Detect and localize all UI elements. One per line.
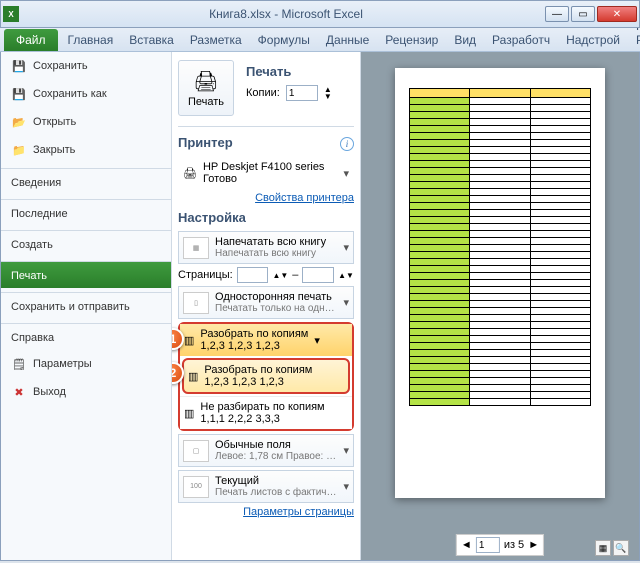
scope-icon: ▦ bbox=[183, 237, 209, 259]
scale-icon: 100 bbox=[183, 476, 209, 498]
duplex-icon: ▯ bbox=[183, 292, 209, 314]
copies-input[interactable]: 1 bbox=[286, 85, 318, 101]
backstage-nav: 💾Сохранить 💾Сохранить как 📂Открыть 📁Закр… bbox=[1, 52, 171, 560]
ribbon: Файл Главная Вставка Разметка Формулы Да… bbox=[0, 28, 640, 52]
preview-table: document.write(Array.from({length:44},()… bbox=[409, 88, 591, 406]
page-setup-link[interactable]: Параметры страницы bbox=[178, 506, 354, 518]
print-panel: 🖨 Печать Печать Копии: 1 ▲▼ Принтер i 🖨 H… bbox=[171, 52, 361, 560]
nav-new[interactable]: Создать bbox=[1, 230, 171, 257]
margins-icon: ▢ bbox=[183, 440, 209, 462]
tab-formulas[interactable]: Формулы bbox=[250, 29, 318, 51]
printer-section: Принтер bbox=[178, 135, 233, 150]
tab-developer[interactable]: Разработч bbox=[484, 29, 558, 51]
printer-selector[interactable]: 🖨 HP Deskjet F4100 seriesГотово ▾ bbox=[178, 156, 354, 190]
nav-recent[interactable]: Последние bbox=[1, 199, 171, 226]
zoom-page-button[interactable]: 🔍 bbox=[613, 540, 629, 556]
tab-addins[interactable]: Надстрой bbox=[558, 29, 628, 51]
nav-open[interactable]: 📂Открыть bbox=[1, 108, 171, 136]
pager-page-input[interactable]: 1 bbox=[476, 537, 500, 553]
excel-icon: X bbox=[3, 6, 19, 22]
duplex-selector[interactable]: ▯ Односторонняя печатьПечатать только на… bbox=[178, 286, 354, 319]
pages-to-input[interactable] bbox=[302, 267, 334, 283]
show-margins-button[interactable]: ▦ bbox=[595, 540, 611, 556]
chevron-down-icon: ▾ bbox=[343, 480, 349, 493]
tab-data[interactable]: Данные bbox=[318, 29, 377, 51]
saveas-icon: 💾 bbox=[11, 86, 27, 102]
save-icon: 💾 bbox=[11, 58, 27, 74]
printer-ok-icon: 🖨 bbox=[183, 167, 197, 180]
chevron-down-icon: ▾ bbox=[343, 444, 349, 457]
spinner-icon[interactable]: ▲▼ bbox=[324, 86, 332, 100]
nav-info[interactable]: Сведения bbox=[1, 168, 171, 195]
collate-option-collated[interactable]: ▥ Разобрать по копиям1,2,3 1,2,3 1,2,3 bbox=[182, 358, 350, 394]
print-header: Печать bbox=[246, 64, 332, 79]
preview-pager: ◄ 1 из 5 ► bbox=[456, 534, 544, 556]
chevron-down-icon: ▾ bbox=[343, 167, 349, 180]
minimize-button[interactable]: — bbox=[545, 6, 569, 22]
print-preview: document.write(Array.from({length:44},()… bbox=[361, 52, 639, 560]
pager-prev[interactable]: ◄ bbox=[461, 539, 472, 551]
info-icon[interactable]: i bbox=[340, 137, 354, 151]
chevron-down-icon: ▾ bbox=[314, 334, 320, 347]
scope-selector[interactable]: ▦ Напечатать всю книгуНапечатать всю кни… bbox=[178, 231, 354, 264]
nav-save[interactable]: 💾Сохранить bbox=[1, 52, 171, 80]
nav-share[interactable]: Сохранить и отправить bbox=[1, 292, 171, 319]
tab-review[interactable]: Рецензир bbox=[377, 29, 446, 51]
tab-home[interactable]: Главная bbox=[60, 29, 122, 51]
tab-view[interactable]: Вид bbox=[446, 29, 484, 51]
collate-icon: ▥ bbox=[188, 370, 198, 383]
nav-close[interactable]: 📁Закрыть bbox=[1, 136, 171, 164]
nav-exit[interactable]: ✖Выход bbox=[1, 378, 171, 406]
nav-help[interactable]: Справка bbox=[1, 323, 171, 350]
pager-next[interactable]: ► bbox=[528, 539, 539, 551]
printer-properties-link[interactable]: Свойства принтера bbox=[178, 192, 354, 204]
file-tab[interactable]: Файл bbox=[4, 29, 58, 51]
pages-label: Страницы: bbox=[178, 269, 233, 281]
copies-label: Копии: bbox=[246, 87, 280, 99]
close-icon: 📁 bbox=[11, 142, 27, 158]
nav-options[interactable]: 🗒Параметры bbox=[1, 350, 171, 378]
preview-page: document.write(Array.from({length:44},()… bbox=[395, 68, 605, 498]
collate-dropdown[interactable]: 1 ▥ Разобрать по копиям1,2,3 1,2,3 1,2,3… bbox=[178, 322, 354, 431]
print-button[interactable]: 🖨 Печать bbox=[178, 60, 234, 116]
chevron-down-icon: ▾ bbox=[343, 241, 349, 254]
collate-icon: ▥ bbox=[184, 334, 194, 347]
pages-from-input[interactable] bbox=[237, 267, 269, 283]
collate-option-uncollated[interactable]: ▥ Не разбирать по копиям1,1,1 2,2,2 3,3,… bbox=[180, 396, 352, 429]
nav-saveas[interactable]: 💾Сохранить как bbox=[1, 80, 171, 108]
window-title: Книга8.xlsx - Microsoft Excel bbox=[27, 7, 545, 21]
exit-icon: ✖ bbox=[11, 384, 27, 400]
tab-insert[interactable]: Вставка bbox=[121, 29, 182, 51]
options-icon: 🗒 bbox=[11, 356, 27, 372]
scale-selector[interactable]: 100 ТекущийПечать листов с фактическ… ▾ bbox=[178, 470, 354, 503]
chevron-down-icon: ▾ bbox=[343, 296, 349, 309]
pager-of: из 5 bbox=[504, 539, 524, 551]
open-icon: 📂 bbox=[11, 114, 27, 130]
settings-section: Настройка bbox=[178, 210, 354, 225]
tab-layout[interactable]: Разметка bbox=[182, 29, 250, 51]
maximize-button[interactable]: ▭ bbox=[571, 6, 595, 22]
margins-selector[interactable]: ▢ Обычные поляЛевое: 1,78 см Правое: 0… … bbox=[178, 434, 354, 467]
uncollate-icon: ▥ bbox=[184, 407, 194, 420]
nav-print[interactable]: Печать bbox=[1, 261, 171, 288]
printer-icon: 🖨 bbox=[193, 69, 218, 94]
close-button[interactable]: ✕ bbox=[597, 6, 637, 22]
